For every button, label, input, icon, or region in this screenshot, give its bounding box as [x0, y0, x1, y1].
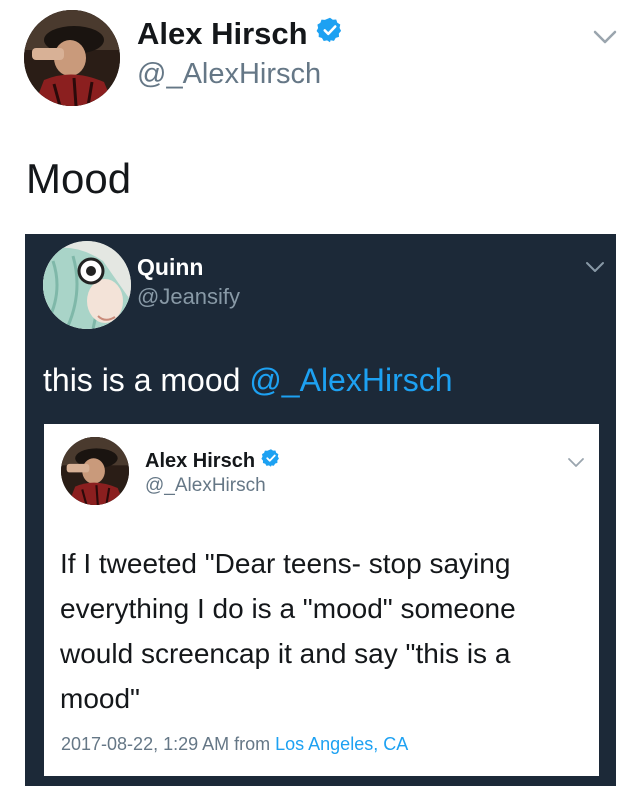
author-name-row: Alex Hirsch: [145, 448, 281, 474]
tweet-text-body: this is a mood: [43, 362, 250, 398]
mention-link[interactable]: @_AlexHirsch: [249, 362, 452, 398]
tweet-meta: 2017-08-22, 1:29 AM from Los Angeles, CA: [61, 734, 408, 755]
screenshot-tweet-card: Alex Hirsch @_AlexHirsch If I tweeted "D…: [44, 424, 599, 776]
tweet-text: If I tweeted "Dear teens- stop saying ev…: [60, 548, 516, 714]
avatar[interactable]: [24, 10, 120, 106]
tweet-text: Mood: [26, 155, 132, 202]
verified-badge-icon: [261, 448, 281, 474]
timestamp: 2017-08-22, 1:29 AM from: [61, 734, 276, 754]
avatar[interactable]: [43, 241, 131, 329]
quoted-tweet-card[interactable]: Quinn @Jeansify this is a mood @_AlexHir…: [25, 234, 616, 786]
verified-badge-icon: [316, 16, 344, 52]
author-handle[interactable]: @Jeansify: [137, 284, 240, 310]
author-name-row[interactable]: Alex Hirsch: [137, 16, 344, 52]
author-handle[interactable]: @_AlexHirsch: [137, 58, 321, 91]
author-name: Alex Hirsch: [145, 449, 256, 472]
location-link: Los Angeles, CA: [275, 734, 409, 754]
author-handle: @_AlexHirsch: [145, 475, 266, 496]
chevron-down-icon[interactable]: [585, 260, 605, 274]
chevron-down-icon: [567, 456, 585, 468]
chevron-down-icon[interactable]: [592, 28, 618, 46]
author-name[interactable]: Quinn: [137, 254, 203, 281]
tweet-text: this is a mood @_AlexHirsch: [43, 362, 453, 399]
author-name[interactable]: Alex Hirsch: [137, 16, 308, 52]
avatar: [61, 437, 129, 505]
